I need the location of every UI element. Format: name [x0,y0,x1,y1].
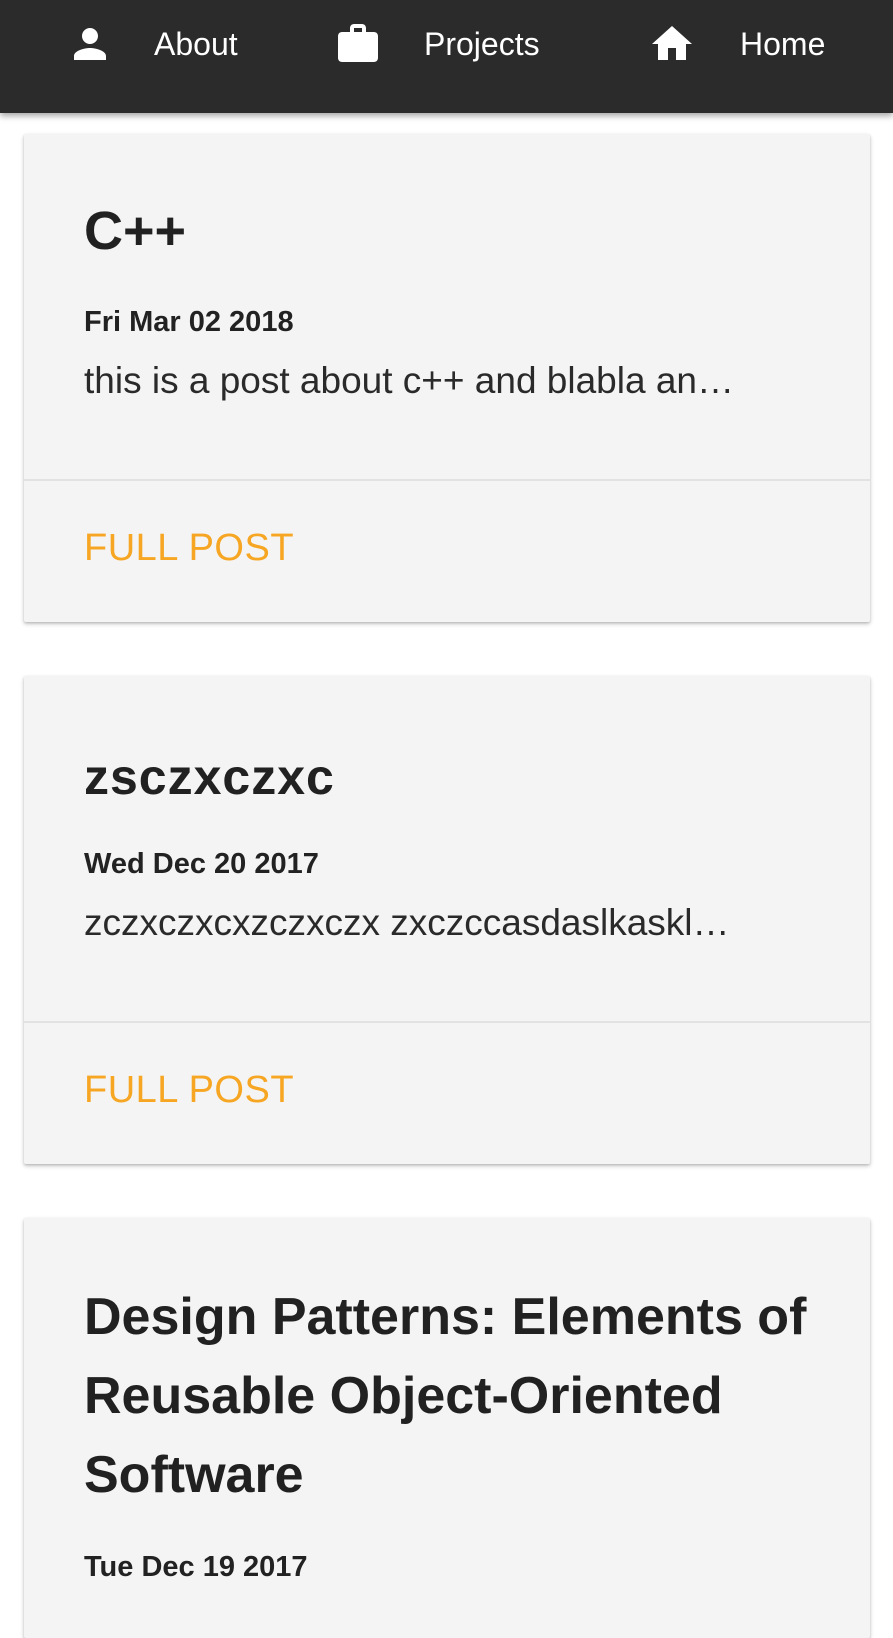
post-title: zsczxczxc [84,749,335,805]
card-actions: FULL POST [24,1023,870,1164]
post-date: Tue Dec 19 2017 [84,1551,308,1583]
card-body: zsczxczxc Wed Dec 20 2017 zczxczxcxzczxc… [24,676,870,1021]
top-navbar: About Projects Home [0,0,893,113]
post-card: Design Patterns: Elements of Reusable Ob… [24,1218,870,1638]
nav-about[interactable]: About [66,0,238,88]
post-title: C++ [84,201,187,261]
nav-projects-label: Projects [424,25,540,62]
nav-about-label: About [154,25,238,62]
person-icon [66,20,114,68]
post-excerpt: zczxczxcxzczxczx zxczccasdaslkaskl… [84,902,730,943]
post-date: Wed Dec 20 2017 [84,848,319,880]
nav-home[interactable]: Home [648,0,825,88]
briefcase-icon [334,20,382,68]
card-body: C++ Fri Mar 02 2018 this is a post about… [24,134,870,479]
post-card: zsczxczxc Wed Dec 20 2017 zczxczxcxzczxc… [24,676,870,1164]
post-date: Fri Mar 02 2018 [84,306,294,338]
home-icon [648,20,696,68]
nav-projects[interactable]: Projects [334,0,540,88]
full-post-link[interactable]: FULL POST [84,1069,294,1112]
post-title: Design Patterns: Elements of Reusable Ob… [84,1288,807,1504]
nav-home-label: Home [740,25,826,62]
card-body: Design Patterns: Elements of Reusable Ob… [24,1218,870,1583]
post-excerpt: this is a post about c++ and blabla an… [84,360,734,401]
post-card: C++ Fri Mar 02 2018 this is a post about… [24,134,870,622]
card-actions: FULL POST [24,481,870,622]
full-post-link[interactable]: FULL POST [84,527,294,570]
